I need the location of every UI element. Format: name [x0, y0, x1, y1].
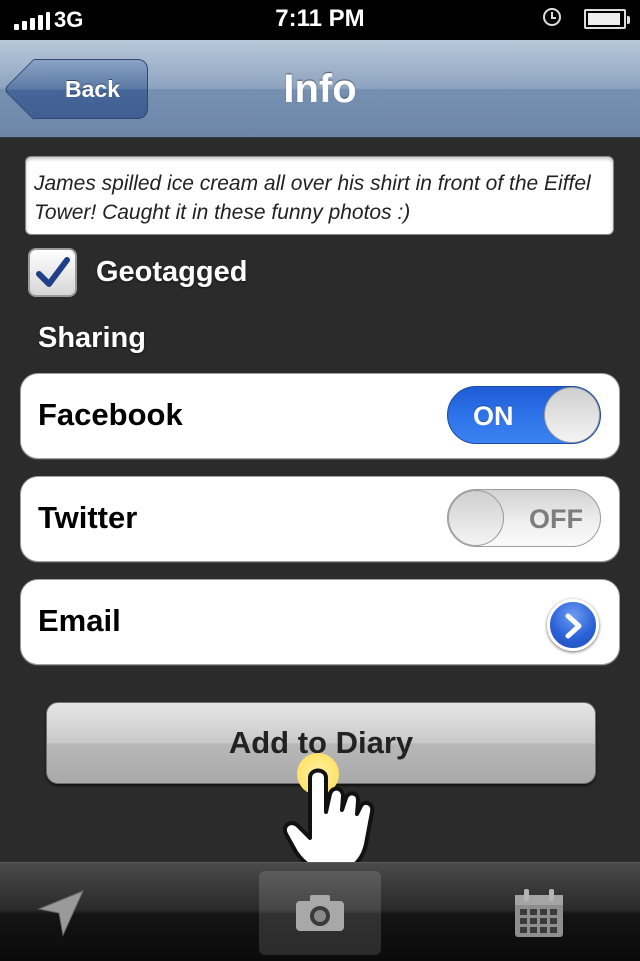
toggle-knob [544, 387, 600, 443]
calendar-icon [515, 889, 563, 937]
tab-calendar[interactable] [478, 871, 600, 955]
tab-camera[interactable] [259, 871, 381, 955]
chevron-right-icon [565, 613, 582, 639]
twitter-toggle[interactable]: OFF [447, 489, 601, 547]
back-button-label: Back [65, 75, 120, 102]
email-disclosure-button[interactable] [547, 599, 599, 651]
geotagged-label: Geotagged [96, 256, 248, 288]
navigation-bar: Back Info [0, 40, 640, 138]
status-bar: 3G 7:11 PM [0, 0, 640, 40]
checkmark-icon [36, 257, 70, 287]
twitter-label: Twitter [38, 500, 138, 535]
sharing-row-twitter: Twitter OFF [20, 476, 620, 562]
tab-location[interactable] [0, 871, 122, 955]
sharing-row-facebook: Facebook ON [20, 373, 620, 459]
email-label: Email [38, 603, 121, 638]
sharing-heading: Sharing [38, 322, 146, 354]
facebook-label: Facebook [38, 397, 183, 432]
battery-fill [588, 13, 621, 25]
facebook-toggle[interactable]: ON [447, 386, 601, 444]
camera-icon [296, 895, 344, 931]
battery-icon [584, 9, 630, 29]
twitter-toggle-state: OFF [529, 504, 583, 534]
location-arrow-icon [37, 890, 84, 937]
geotagged-checkbox[interactable] [28, 248, 77, 297]
caption-textarea[interactable]: James spilled ice cream all over his shi… [25, 156, 614, 235]
facebook-toggle-state: ON [473, 401, 514, 431]
sharing-row-email[interactable]: Email [20, 579, 620, 665]
tab-bar [0, 862, 640, 961]
clock-lock-icon [543, 8, 561, 26]
toggle-knob [448, 490, 504, 546]
